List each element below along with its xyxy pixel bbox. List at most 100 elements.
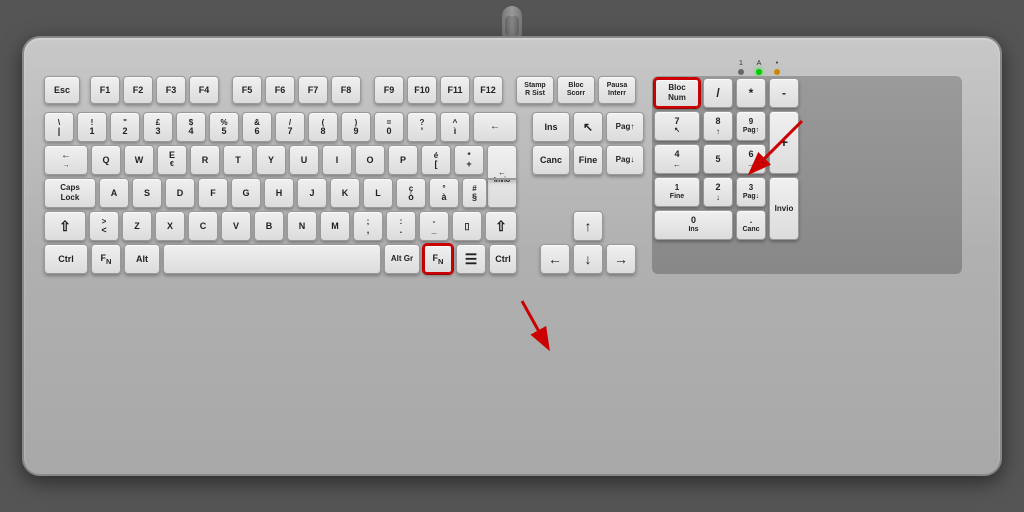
key-f8[interactable]: F8 bbox=[331, 76, 361, 104]
key-o[interactable]: O bbox=[355, 145, 385, 175]
key-f4[interactable]: F4 bbox=[189, 76, 219, 104]
key-f[interactable]: F bbox=[198, 178, 228, 208]
key-i[interactable]: I bbox=[322, 145, 352, 175]
key-numpad-slash[interactable]: / bbox=[703, 78, 733, 108]
key-g[interactable]: G bbox=[231, 178, 261, 208]
key-f9[interactable]: F9 bbox=[374, 76, 404, 104]
key-0[interactable]: =0 bbox=[374, 112, 404, 142]
key-angle-bracket[interactable]: >< bbox=[89, 211, 119, 241]
key-space[interactable] bbox=[163, 244, 381, 274]
key-numpad-7[interactable]: 7↖ bbox=[654, 111, 700, 141]
key-5[interactable]: %5 bbox=[209, 112, 239, 142]
key-at[interactable]: °à bbox=[429, 178, 459, 208]
key-f2[interactable]: F2 bbox=[123, 76, 153, 104]
key-bloc-scorr[interactable]: BlocScorr bbox=[557, 76, 595, 104]
key-numpad-multiply[interactable]: * bbox=[736, 78, 766, 108]
key-ins[interactable]: Ins bbox=[532, 112, 570, 142]
key-numpad-8[interactable]: 8↑ bbox=[703, 111, 733, 141]
key-f7[interactable]: F7 bbox=[298, 76, 328, 104]
key-a[interactable]: A bbox=[99, 178, 129, 208]
key-slash[interactable]: ▯ bbox=[452, 211, 482, 241]
key-f3[interactable]: F3 bbox=[156, 76, 186, 104]
key-s[interactable]: S bbox=[132, 178, 162, 208]
key-plus[interactable]: *+ bbox=[454, 145, 484, 175]
key-numpad-2[interactable]: 2↓ bbox=[703, 177, 733, 207]
key-numpad-plus[interactable]: + bbox=[769, 111, 799, 174]
key-menu[interactable]: ☰ bbox=[456, 244, 486, 274]
key-4[interactable]: $4 bbox=[176, 112, 206, 142]
key-ccedilla[interactable]: çò bbox=[396, 178, 426, 208]
key-t[interactable]: T bbox=[223, 145, 253, 175]
key-alt-gr[interactable]: Alt Gr bbox=[384, 244, 420, 274]
key-down[interactable]: ↓ bbox=[573, 244, 603, 274]
key-minus[interactable]: -_ bbox=[419, 211, 449, 241]
key-up[interactable]: ↑ bbox=[573, 211, 603, 241]
key-tab[interactable]: ←→ bbox=[44, 145, 88, 175]
key-apostrophe[interactable]: ?' bbox=[407, 112, 437, 142]
key-canc[interactable]: Canc bbox=[532, 145, 570, 175]
key-hash[interactable]: #§ bbox=[462, 178, 487, 208]
key-pag-up[interactable]: Pag↑ bbox=[606, 112, 644, 142]
key-w[interactable]: W bbox=[124, 145, 154, 175]
key-f1[interactable]: F1 bbox=[90, 76, 120, 104]
key-v[interactable]: V bbox=[221, 211, 251, 241]
key-numpad-9[interactable]: 9Pag↑ bbox=[736, 111, 766, 141]
key-c[interactable]: C bbox=[188, 211, 218, 241]
key-home[interactable]: ↖ bbox=[573, 112, 603, 142]
key-fine[interactable]: Fine bbox=[573, 145, 603, 175]
key-backslash[interactable]: \| bbox=[44, 112, 74, 142]
key-9[interactable]: )9 bbox=[341, 112, 371, 142]
key-6[interactable]: &6 bbox=[242, 112, 272, 142]
key-numpad-0[interactable]: 0Ins bbox=[654, 210, 733, 240]
key-f11[interactable]: F11 bbox=[440, 76, 470, 104]
key-8[interactable]: (8 bbox=[308, 112, 338, 142]
key-f5[interactable]: F5 bbox=[232, 76, 262, 104]
key-comma[interactable]: ;, bbox=[353, 211, 383, 241]
key-ctrl-left[interactable]: Ctrl bbox=[44, 244, 88, 274]
key-f12[interactable]: F12 bbox=[473, 76, 503, 104]
key-3[interactable]: £3 bbox=[143, 112, 173, 142]
key-numpad-4[interactable]: 4← bbox=[654, 144, 700, 174]
key-numpad-minus[interactable]: - bbox=[769, 78, 799, 108]
key-fn-right[interactable]: FN bbox=[423, 244, 453, 274]
key-d[interactable]: D bbox=[165, 178, 195, 208]
key-pag-down[interactable]: Pag↓ bbox=[606, 145, 644, 175]
key-f10[interactable]: F10 bbox=[407, 76, 437, 104]
key-period[interactable]: :. bbox=[386, 211, 416, 241]
key-bloc-num[interactable]: BlocNum bbox=[654, 78, 700, 108]
key-7[interactable]: /7 bbox=[275, 112, 305, 142]
key-backspace[interactable]: ← bbox=[473, 112, 517, 142]
key-stamp[interactable]: StampR Sist bbox=[516, 76, 554, 104]
key-numpad-5[interactable]: 5 bbox=[703, 144, 733, 174]
key-y[interactable]: Y bbox=[256, 145, 286, 175]
key-eacute[interactable]: é[ bbox=[421, 145, 451, 175]
key-r[interactable]: R bbox=[190, 145, 220, 175]
key-x[interactable]: X bbox=[155, 211, 185, 241]
key-numpad-6[interactable]: 6→ bbox=[736, 144, 766, 174]
key-2[interactable]: "2 bbox=[110, 112, 140, 142]
key-numpad-1[interactable]: 1Fine bbox=[654, 177, 700, 207]
key-b[interactable]: B bbox=[254, 211, 284, 241]
key-numpad-enter[interactable]: Invio bbox=[769, 177, 799, 240]
key-caps-lock[interactable]: CapsLock bbox=[44, 178, 96, 208]
key-z[interactable]: Z bbox=[122, 211, 152, 241]
key-h[interactable]: H bbox=[264, 178, 294, 208]
key-e[interactable]: E€ bbox=[157, 145, 187, 175]
key-l[interactable]: L bbox=[363, 178, 393, 208]
key-q[interactable]: Q bbox=[91, 145, 121, 175]
key-right[interactable]: → bbox=[606, 244, 636, 274]
key-n[interactable]: N bbox=[287, 211, 317, 241]
key-f6[interactable]: F6 bbox=[265, 76, 295, 104]
key-ctrl-right[interactable]: Ctrl bbox=[489, 244, 517, 274]
key-p[interactable]: P bbox=[388, 145, 418, 175]
key-shift-right[interactable]: ⇧ bbox=[485, 211, 517, 241]
key-1[interactable]: !1 bbox=[77, 112, 107, 142]
key-numpad-3[interactable]: 3Pag↓ bbox=[736, 177, 766, 207]
key-numpad-canc[interactable]: .Canc bbox=[736, 210, 766, 240]
key-u[interactable]: U bbox=[289, 145, 319, 175]
key-caret[interactable]: ^ì bbox=[440, 112, 470, 142]
key-m[interactable]: M bbox=[320, 211, 350, 241]
key-shift-left[interactable]: ⇧ bbox=[44, 211, 86, 241]
key-pausa[interactable]: PausaInterr bbox=[598, 76, 636, 104]
key-k[interactable]: K bbox=[330, 178, 360, 208]
